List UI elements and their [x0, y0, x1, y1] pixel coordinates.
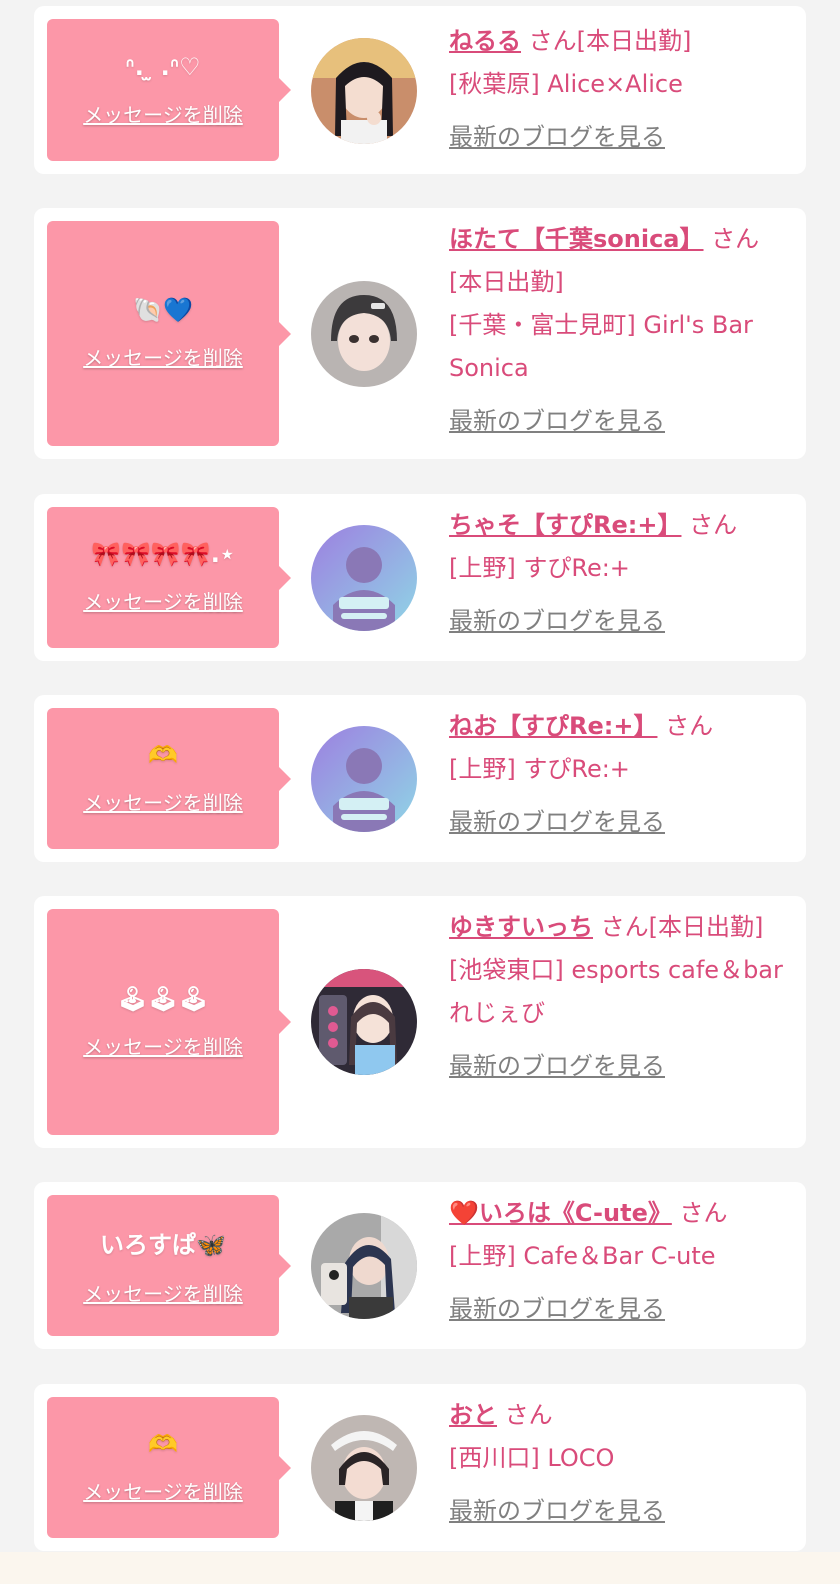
message-bubble: ᐢ. ̫ .ᐢ♡ メッセージを削除 [47, 19, 291, 161]
message-bubble: いろすぱ🦋 メッセージを削除 [47, 1195, 291, 1336]
delete-message-link[interactable]: メッセージを削除 [83, 586, 243, 615]
cast-info: ねるる さん[本日出勤] [秋葉原] Alice×Alice 最新のブログを見る [449, 20, 789, 159]
delete-message-link[interactable]: メッセージを削除 [83, 1031, 243, 1060]
latest-blog-link[interactable]: 最新のブログを見る [449, 801, 665, 844]
cast-name-link[interactable]: ねお【すぴRe:+】 [449, 712, 657, 740]
message-text: 🕹🕹🕹 [117, 984, 209, 1013]
message-text: いろすぱ🦋 [100, 1230, 226, 1259]
message-card: 🎀🎀🎀🎀.⋆ メッセージを削除 ちゃそ【すぴRe:+】 さん [上野] すぴRe… [34, 494, 806, 661]
avatar-placeholder[interactable] [311, 525, 417, 631]
cast-suffix: さん[本日出勤] [600, 913, 764, 941]
latest-blog-link[interactable]: 最新のブログを見る [449, 400, 665, 443]
cast-name-link[interactable]: ほたて【千葉sonica】 [449, 225, 704, 253]
message-text: 🫶 [148, 741, 178, 769]
cast-name-link[interactable]: ゆきすいっち [449, 913, 593, 941]
message-text: 🐚💙 [133, 296, 193, 324]
message-text: 🫶 [148, 1430, 178, 1458]
latest-blog-link[interactable]: 最新のブログを見る [449, 1288, 665, 1331]
cast-info: ほたて【千葉sonica】 さん[本日出勤] [千葉・富士見町] Girl's … [449, 218, 789, 443]
message-bubble: 🕹🕹🕹 メッセージを削除 [47, 909, 291, 1135]
delete-message-link[interactable]: メッセージを削除 [83, 787, 243, 816]
avatar[interactable] [311, 1213, 417, 1319]
cast-info: ゆきすいっち さん[本日出勤] [池袋東口] esports cafe＆bar … [449, 906, 789, 1088]
cast-name-link[interactable]: ちゃそ【すぴRe:+】 [449, 511, 681, 539]
avatar[interactable] [311, 38, 417, 144]
message-bubble: 🫶 メッセージを削除 [47, 708, 291, 849]
delete-message-link[interactable]: メッセージを削除 [83, 1278, 243, 1307]
latest-blog-link[interactable]: 最新のブログを見る [449, 600, 665, 643]
shop-label: [池袋東口] esports cafe＆bar れじぇび [449, 956, 783, 1027]
cast-name-link[interactable]: おと [449, 1401, 497, 1429]
message-bubble: 🫶 メッセージを削除 [47, 1397, 291, 1538]
message-card: 🐚💙 メッセージを削除 ほたて【千葉sonica】 さん[本日出勤] [千葉・富… [34, 208, 806, 459]
avatar[interactable] [311, 281, 417, 387]
avatar-placeholder[interactable] [311, 726, 417, 832]
message-card: いろすぱ🦋 メッセージを削除 ❤️いろは《C-ute》 さん [上野] Cafe… [34, 1182, 806, 1349]
cast-suffix: さん [665, 712, 714, 740]
latest-blog-link[interactable]: 最新のブログを見る [449, 1045, 665, 1088]
cast-suffix: さん [679, 1199, 728, 1227]
cast-info: ちゃそ【すぴRe:+】 さん [上野] すぴRe:+ 最新のブログを見る [449, 504, 789, 643]
message-text: ᐢ. ̫ .ᐢ♡ [125, 52, 201, 81]
latest-blog-link[interactable]: 最新のブログを見る [449, 116, 665, 159]
message-card: 🕹🕹🕹 メッセージを削除 ゆきすいっち さん[本日出勤] [池袋東口] espo… [34, 896, 806, 1148]
cast-suffix: さん [504, 1401, 553, 1429]
cast-name-link[interactable]: ねるる [449, 27, 521, 55]
delete-message-link[interactable]: メッセージを削除 [83, 342, 243, 371]
message-card: 🫶 メッセージを削除 おと さん [西川口] LOCO 最新のブログを見る [34, 1384, 806, 1551]
shop-label: [千葉・富士見町] Girl's Bar Sonica [449, 311, 753, 382]
avatar[interactable] [311, 1415, 417, 1521]
message-card: 🫶 メッセージを削除 ねお【すぴRe:+】 さん [上野] すぴRe:+ 最新の… [34, 695, 806, 862]
bottom-edge [0, 1552, 840, 1584]
cast-name-link[interactable]: ❤️いろは《C-ute》 [449, 1199, 672, 1227]
shop-label: [秋葉原] Alice×Alice [449, 70, 683, 98]
cast-info: おと さん [西川口] LOCO 最新のブログを見る [449, 1394, 789, 1533]
shop-label: [上野] Cafe＆Bar C-ute [449, 1242, 716, 1270]
message-bubble: 🎀🎀🎀🎀.⋆ メッセージを削除 [47, 507, 291, 648]
message-card: ᐢ. ̫ .ᐢ♡ メッセージを削除 ねるる さん[本日出勤] [秋葉原] Ali… [34, 6, 806, 174]
shop-label: [上野] すぴRe:+ [449, 554, 630, 582]
cast-suffix: さん[本日出勤] [528, 27, 692, 55]
shop-label: [上野] すぴRe:+ [449, 755, 630, 783]
latest-blog-link[interactable]: 最新のブログを見る [449, 1490, 665, 1533]
cast-info: ❤️いろは《C-ute》 さん [上野] Cafe＆Bar C-ute 最新のブ… [449, 1192, 789, 1331]
message-bubble: 🐚💙 メッセージを削除 [47, 221, 291, 446]
delete-message-link[interactable]: メッセージを削除 [83, 99, 243, 128]
cast-info: ねお【すぴRe:+】 さん [上野] すぴRe:+ 最新のブログを見る [449, 705, 789, 844]
avatar[interactable] [311, 969, 417, 1075]
shop-label: [西川口] LOCO [449, 1444, 615, 1472]
message-text: 🎀🎀🎀🎀.⋆ [91, 540, 235, 568]
cast-suffix: さん [689, 511, 738, 539]
delete-message-link[interactable]: メッセージを削除 [83, 1476, 243, 1505]
